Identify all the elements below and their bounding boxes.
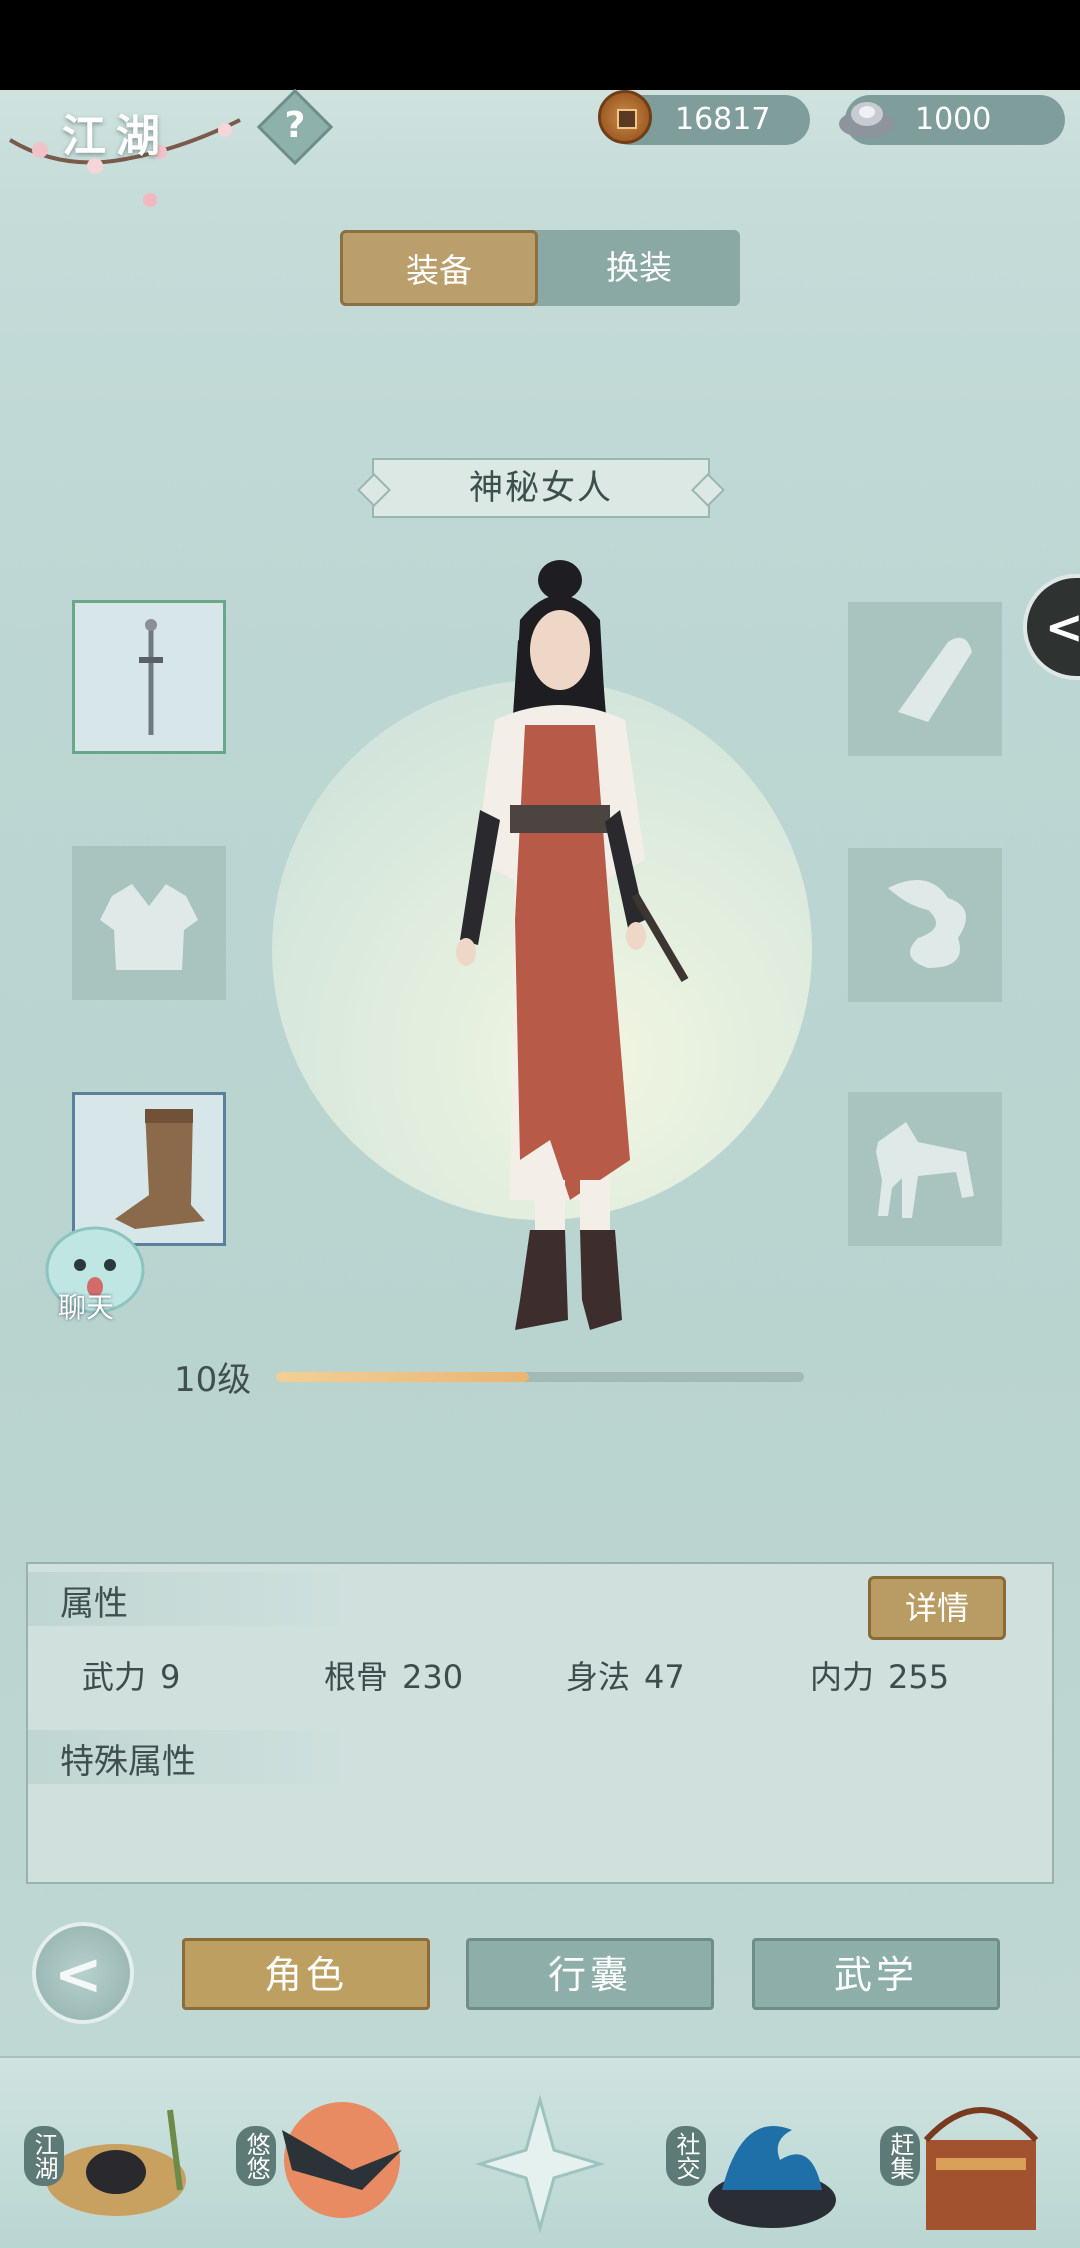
character-portrait[interactable] <box>400 560 700 1350</box>
details-button[interactable]: 详情 <box>868 1576 1006 1640</box>
attr-value: 230 <box>402 1658 464 1696</box>
attr-constitution: 根骨 230 <box>324 1652 463 1698</box>
special-attributes-title: 特殊属性 <box>60 1742 196 1782</box>
tab-equip[interactable]: 装备 <box>340 230 538 306</box>
tab-outfit[interactable]: 换装 <box>540 230 738 306</box>
horse-icon <box>876 1122 974 1218</box>
copper-coin-icon <box>598 90 652 144</box>
slot-mount[interactable] <box>848 1092 1002 1246</box>
robe-icon <box>100 884 198 970</box>
status-bar <box>0 0 1080 90</box>
equip-tab-group: 装备 换装 <box>340 230 740 306</box>
attr-label: 根骨 <box>324 1658 389 1696</box>
slot-weapon[interactable] <box>72 600 226 754</box>
dock-label-market: 赶集 <box>880 2126 920 2186</box>
tab-inventory[interactable]: 行囊 <box>466 1938 714 2010</box>
page-title: 江湖 <box>62 111 170 162</box>
attr-strength: 武力 9 <box>82 1652 180 1698</box>
sword-icon <box>139 619 163 735</box>
attr-value: 9 <box>160 1658 181 1696</box>
attr-agility: 身法 47 <box>566 1652 685 1698</box>
dock-youyou[interactable]: 悠悠 <box>232 2080 412 2248</box>
side-collapse-tab[interactable]: < <box>1023 574 1080 680</box>
cloud-swirl-icon <box>888 880 966 968</box>
xp-bar <box>276 1372 804 1382</box>
four-point-star-icon <box>474 2094 606 2234</box>
attr-value: 47 <box>644 1658 685 1696</box>
tab-character[interactable]: 角色 <box>182 1938 430 2010</box>
dock-label-social: 社交 <box>666 2126 706 2186</box>
dock-social[interactable]: 社交 <box>662 2080 842 2248</box>
xp-fill <box>276 1372 530 1382</box>
chat-label[interactable]: 聊天 <box>58 1286 114 1326</box>
dock-label-youyou: 悠悠 <box>236 2126 276 2186</box>
slot-accessory[interactable] <box>848 602 1002 756</box>
question-mark-icon: ? <box>284 105 306 146</box>
attr-label: 身法 <box>566 1658 631 1696</box>
attributes-title: 属性 <box>60 1584 128 1624</box>
character-name: 神秘女人 <box>372 458 710 518</box>
attr-label: 内力 <box>810 1658 875 1696</box>
dock-market[interactable]: 赶集 <box>876 2080 1056 2248</box>
tab-martial-arts[interactable]: 武学 <box>752 1938 1000 2010</box>
level-label: 10级 <box>174 1360 252 1400</box>
back-arrow-icon: < <box>54 1940 103 2008</box>
attr-inner-power: 内力 255 <box>810 1652 949 1698</box>
slot-armor[interactable] <box>72 846 226 1000</box>
dock-label-jianghu: 江湖 <box>24 2126 64 2186</box>
attr-label: 武力 <box>82 1658 147 1696</box>
dock-jianghu[interactable]: 江湖 <box>20 2080 200 2248</box>
slot-trinket[interactable] <box>848 848 1002 1002</box>
back-button[interactable]: < <box>32 1922 134 2024</box>
attr-value: 255 <box>888 1658 950 1696</box>
silver-ingot-icon <box>839 102 895 138</box>
dock-center[interactable] <box>450 2080 630 2248</box>
chevron-left-icon: < <box>1045 600 1080 654</box>
bracer-icon <box>898 637 972 722</box>
